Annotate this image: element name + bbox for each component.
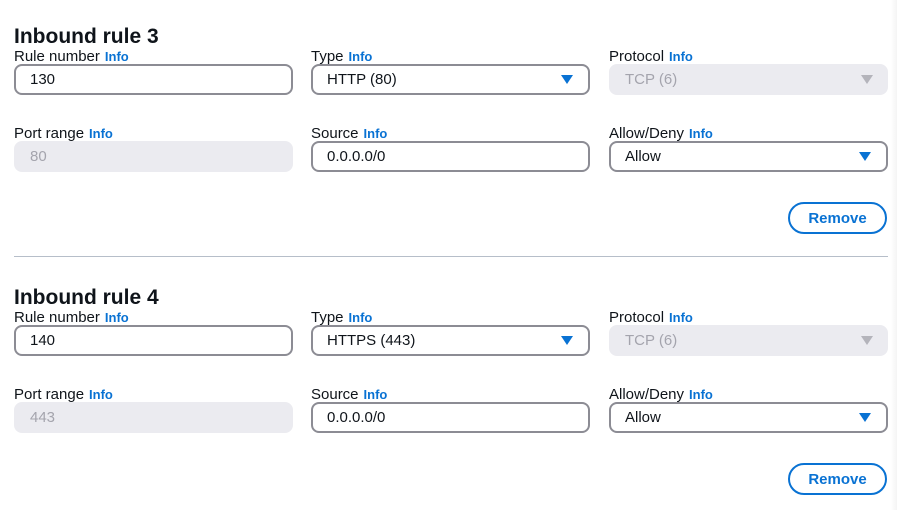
allow-deny-label: Allow/Deny [609,125,685,142]
remove-button[interactable]: Remove [788,202,887,234]
source-label: Source [311,125,359,142]
caret-down-icon [861,336,873,345]
source-info-link[interactable]: Info [364,126,388,141]
type-info-link[interactable]: Info [349,310,373,325]
allow-deny-select[interactable]: Allow [609,141,888,172]
rule-number-input[interactable] [14,64,293,95]
protocol-select-value: TCP (6) [625,71,678,88]
caret-down-icon [859,152,871,161]
port-range-input: 443 [14,402,293,433]
caret-down-icon [861,75,873,84]
protocol-select-value: TCP (6) [625,332,678,349]
port-range-info-link[interactable]: Info [89,387,113,402]
port-range-label: Port range [14,386,85,403]
protocol-info-link[interactable]: Info [669,49,693,64]
protocol-info-link[interactable]: Info [669,310,693,325]
rule-number-label: Rule number [14,309,100,326]
type-label: Type [311,309,344,326]
protocol-select: TCP (6) [609,64,888,95]
divider [14,256,888,257]
type-info-link[interactable]: Info [349,49,373,64]
allow-deny-label: Allow/Deny [609,386,685,403]
source-info-link[interactable]: Info [364,387,388,402]
source-label: Source [311,386,359,403]
type-select[interactable]: HTTPS (443) [311,325,590,356]
caret-down-icon [859,413,871,422]
port-range-input: 80 [14,141,293,172]
protocol-label: Protocol [609,309,665,326]
caret-down-icon [561,75,573,84]
protocol-select: TCP (6) [609,325,888,356]
type-label: Type [311,48,344,65]
caret-down-icon [561,336,573,345]
remove-button[interactable]: Remove [788,463,887,495]
type-select[interactable]: HTTP (80) [311,64,590,95]
protocol-label: Protocol [609,48,665,65]
rule-number-label: Rule number [14,48,100,65]
allow-deny-select-value: Allow [625,409,661,426]
allow-deny-select[interactable]: Allow [609,402,888,433]
port-range-label: Port range [14,125,85,142]
source-input[interactable] [311,141,590,172]
scroll-edge [891,0,897,510]
allow-deny-info-link[interactable]: Info [689,126,713,141]
allow-deny-select-value: Allow [625,148,661,165]
allow-deny-info-link[interactable]: Info [689,387,713,402]
port-range-info-link[interactable]: Info [89,126,113,141]
type-select-value: HTTPS (443) [327,332,416,349]
rule-number-info-link[interactable]: Info [105,49,129,64]
rule-number-info-link[interactable]: Info [105,310,129,325]
type-select-value: HTTP (80) [327,71,397,88]
rule-number-input[interactable] [14,325,293,356]
source-input[interactable] [311,402,590,433]
